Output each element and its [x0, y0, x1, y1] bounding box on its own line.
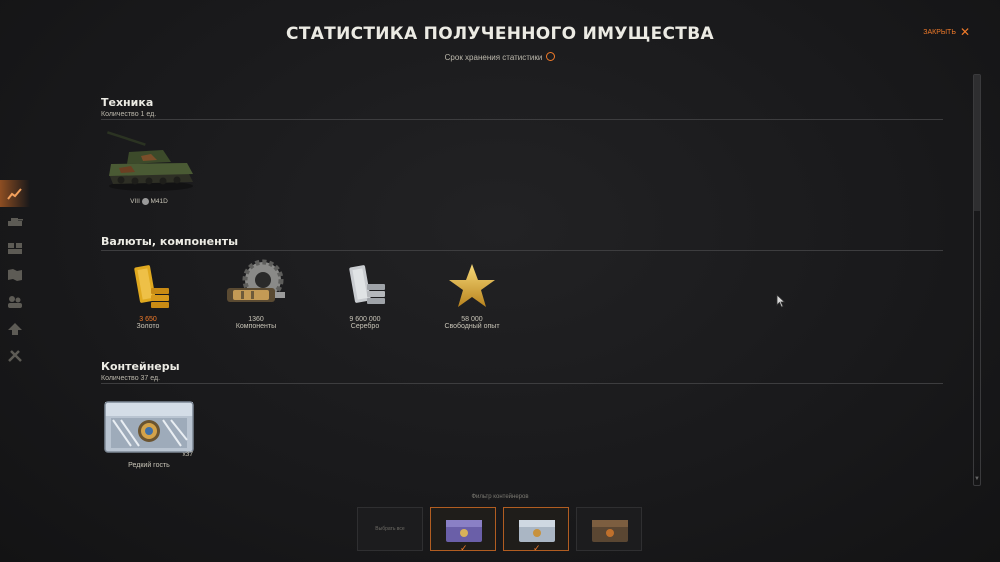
filter-option-silver[interactable]: ✓ — [503, 507, 569, 553]
currency-silver[interactable]: 9 600 000 Серебро — [330, 258, 400, 330]
retention-label: Срок хранения статистики — [444, 53, 543, 62]
container-quantity: x37 — [182, 451, 193, 458]
scrollbar-thumb[interactable] — [974, 75, 980, 211]
section-count: Количество 1 ед. — [101, 111, 157, 118]
silver-bars-icon — [349, 265, 385, 304]
tools-icon — [8, 349, 22, 362]
upgrade-icon — [8, 322, 22, 335]
components-amount: 1360 — [248, 316, 264, 323]
checkmark-icon: ✓ — [460, 543, 468, 553]
currency-free-xp[interactable]: 58 000 Свободный опыт — [436, 258, 508, 330]
section-divider — [101, 119, 943, 120]
section-divider — [101, 250, 943, 251]
vehicle-tier: VIII — [130, 198, 140, 206]
clock-icon[interactable] — [546, 52, 556, 62]
scrollbar[interactable] — [973, 74, 981, 486]
section-title: Техника — [101, 96, 154, 109]
side-nav-stats[interactable] — [0, 180, 30, 207]
filter-option-purple[interactable]: ✓ — [430, 507, 496, 553]
free-xp-label: Свободный опыт — [444, 323, 500, 330]
side-nav-upgrade[interactable] — [0, 315, 30, 342]
hangar-icon — [8, 242, 22, 254]
free-xp-star-icon — [449, 264, 495, 307]
side-nav-map[interactable] — [0, 261, 30, 288]
currency-components[interactable]: 1360 Компоненты — [218, 258, 294, 330]
close-label: закрыть — [923, 28, 956, 36]
filter-option-bronze[interactable] — [576, 507, 642, 551]
bronze-container-icon — [592, 520, 628, 542]
china-nation-icon — [141, 198, 149, 205]
silver-amount: 9 600 000 — [349, 316, 381, 323]
vehicle-card-m41d[interactable]: VIII M41D — [101, 130, 197, 205]
container-card-rare-guest[interactable]: x37 Редкий гость — [101, 396, 197, 469]
currency-gold[interactable]: 3 650 Золото — [112, 258, 184, 330]
section-count: Количество 37 ед. — [101, 375, 161, 382]
checkmark-icon: ✓ — [533, 543, 541, 553]
side-nav-hangar[interactable] — [0, 234, 30, 261]
stats-icon — [7, 187, 22, 200]
rare-guest-container-icon — [104, 401, 194, 453]
silver-label: Серебро — [350, 323, 380, 330]
tank-m41d-image — [106, 131, 193, 191]
statistics-retention-info[interactable]: Срок хранения статистики — [0, 52, 1000, 62]
side-nav-crew[interactable] — [0, 288, 30, 315]
filter-select-all[interactable]: Выбрать все — [357, 507, 423, 551]
close-button[interactable]: закрыть ✕ — [923, 26, 970, 38]
filter-label: Фильтр контейнеров — [471, 494, 529, 500]
side-nav-tools[interactable] — [0, 342, 30, 369]
side-nav-tanks[interactable] — [0, 207, 30, 234]
mouse-cursor-icon — [776, 294, 786, 308]
side-navigation — [0, 180, 30, 369]
page-title: СТАТИСТИКА ПОЛУЧЕННОГО ИМУЩЕСТВА — [286, 24, 714, 44]
close-icon[interactable]: ✕ — [960, 26, 970, 38]
gold-label: Золото — [136, 323, 160, 330]
components-gear-icon — [227, 259, 285, 302]
section-currencies: Валюты, компоненты — [101, 235, 943, 251]
section-title: Контейнеры — [101, 360, 180, 373]
container-name: Редкий гость — [128, 462, 170, 469]
tank-icon — [8, 217, 23, 226]
map-icon — [8, 268, 22, 281]
section-containers: Контейнеры Количество 37 ед. — [101, 360, 943, 384]
vehicle-name: M41D — [150, 198, 168, 206]
scroll-down-icon[interactable]: ▼ — [973, 476, 981, 483]
section-title: Валюты, компоненты — [101, 235, 239, 248]
select-all-label: Выбрать все — [375, 526, 405, 532]
gold-amount: 3 650 — [139, 316, 157, 323]
components-label: Компоненты — [235, 323, 277, 330]
free-xp-amount: 58 000 — [461, 316, 483, 323]
section-divider — [101, 383, 943, 384]
gold-bars-icon — [134, 265, 169, 308]
section-vehicles: Техника Количество 1 ед. — [101, 96, 943, 120]
crew-icon — [8, 295, 22, 308]
